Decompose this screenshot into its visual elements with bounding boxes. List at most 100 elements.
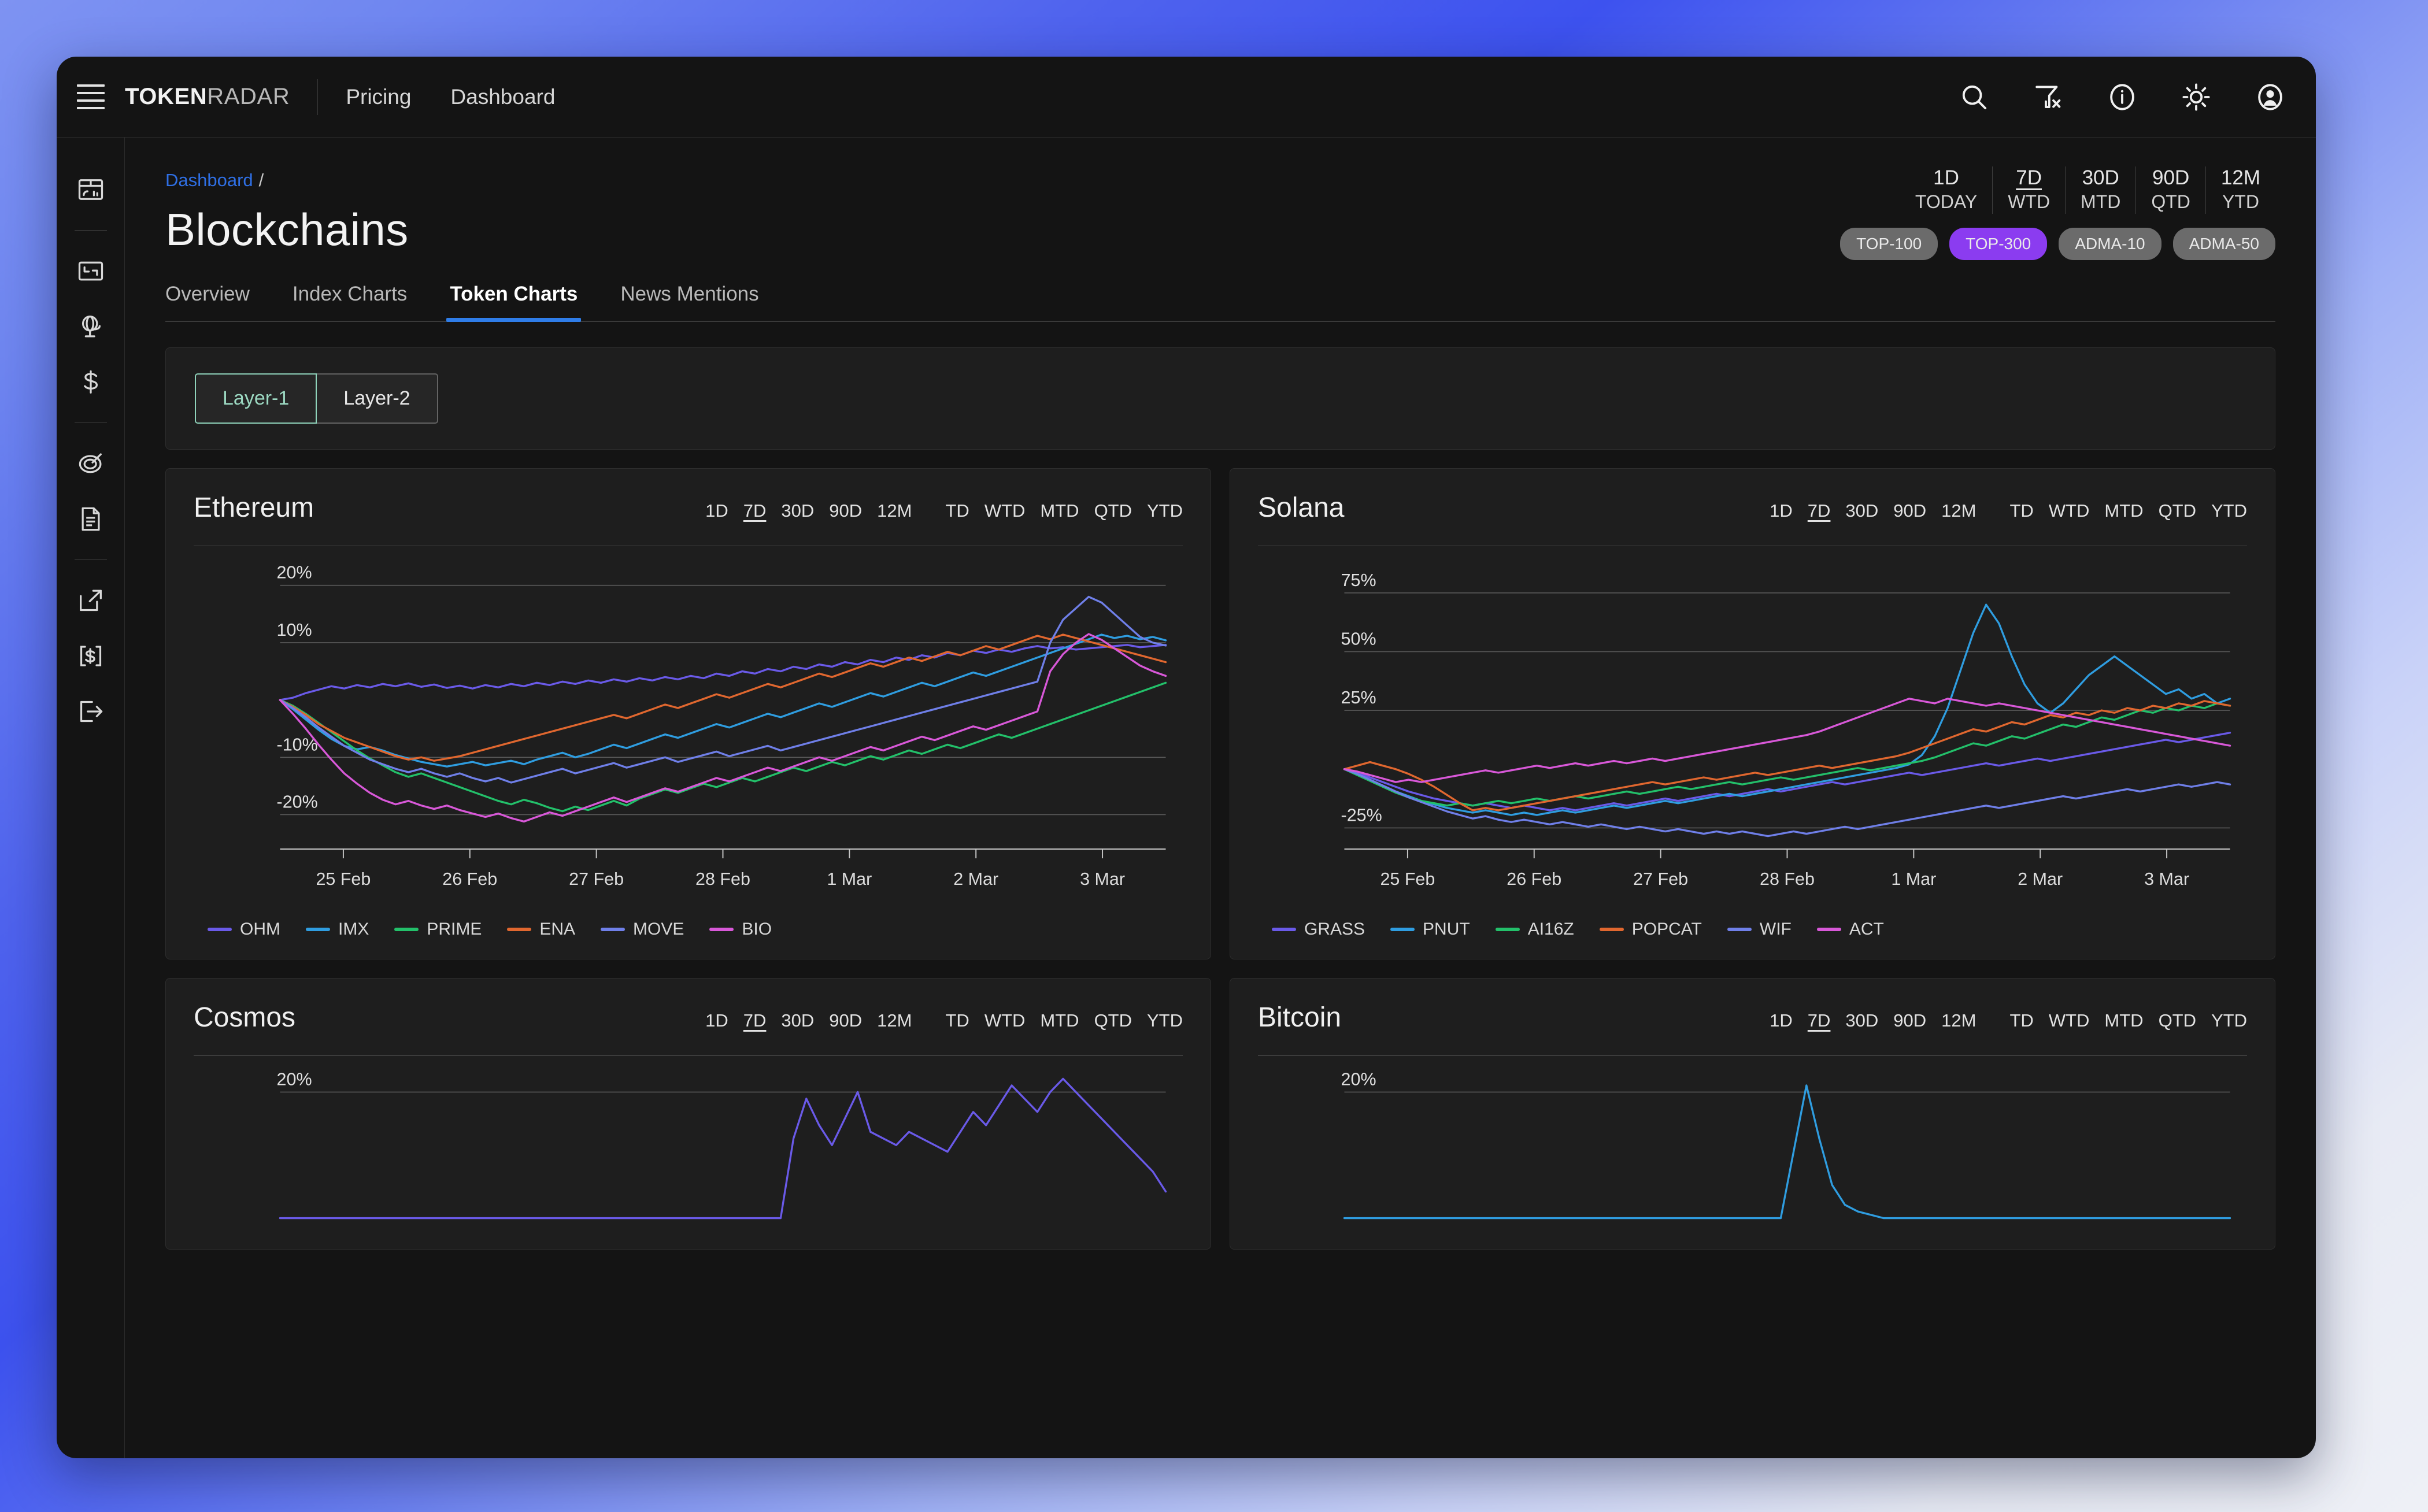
chart-range-30d[interactable]: 30D bbox=[1845, 501, 1878, 521]
chart-plot-solana[interactable]: 75% 50% 25% -25% 25 Feb 26 Feb 27 Feb 28 Feb 1 M… bbox=[1258, 546, 2247, 905]
chart-range-7d[interactable]: 7D bbox=[1808, 501, 1831, 521]
sidebar-item-logout-icon[interactable] bbox=[76, 696, 106, 727]
breadcrumb-link-dashboard[interactable]: Dashboard bbox=[165, 170, 253, 190]
legend-item[interactable]: IMX bbox=[306, 920, 369, 939]
pill-top-100[interactable]: TOP-100 bbox=[1840, 228, 1938, 261]
account-icon[interactable] bbox=[2255, 81, 2286, 113]
chart-range-ytd[interactable]: YTD bbox=[1147, 1010, 1183, 1031]
chart-range-wtd[interactable]: WTD bbox=[984, 501, 1026, 521]
chart-range-12m[interactable]: 12M bbox=[1941, 501, 1976, 521]
chart-range-12m[interactable]: 12M bbox=[877, 501, 912, 521]
legend-item[interactable]: GRASS bbox=[1272, 920, 1365, 939]
svg-text:20%: 20% bbox=[277, 1069, 312, 1089]
sidebar-item-dashboard-icon[interactable] bbox=[76, 175, 106, 205]
chart-range-30d[interactable]: 30D bbox=[781, 1010, 814, 1031]
layer-1-button[interactable]: Layer-1 bbox=[195, 373, 317, 424]
chart-plot-bitcoin[interactable]: 20% bbox=[1258, 1056, 2247, 1229]
chart-range-30d[interactable]: 30D bbox=[781, 501, 814, 521]
chart-range-1d[interactable]: 1D bbox=[705, 1010, 728, 1031]
chart-range-30d[interactable]: 30D bbox=[1845, 1010, 1878, 1031]
legend-item[interactable]: OHM bbox=[208, 920, 280, 939]
chart-range-td[interactable]: TD bbox=[945, 1010, 969, 1031]
chart-range-ytd[interactable]: YTD bbox=[2211, 1010, 2247, 1031]
tab-token-charts[interactable]: Token Charts bbox=[446, 283, 582, 322]
svg-text:28 Feb: 28 Feb bbox=[1760, 869, 1815, 889]
info-icon[interactable] bbox=[2107, 81, 2138, 113]
legend-item[interactable]: PRIME bbox=[394, 920, 482, 939]
chart-range-7d[interactable]: 7D bbox=[1808, 1010, 1831, 1031]
chart-plot-ethereum[interactable]: 20% 10% -10% -20% 25 Feb 26 Feb 27 Feb 28 Feb 1 … bbox=[194, 546, 1183, 905]
sidebar-item-dollar-brackets-icon[interactable] bbox=[76, 641, 106, 671]
chart-range-qtd[interactable]: QTD bbox=[2159, 501, 2196, 521]
sidebar-item-screen-icon[interactable] bbox=[76, 256, 106, 286]
legend-label: AI16Z bbox=[1527, 920, 1574, 939]
sidebar-item-globe-icon[interactable] bbox=[76, 312, 106, 342]
legend-item[interactable]: WIF bbox=[1727, 920, 1792, 939]
svg-text:2 Mar: 2 Mar bbox=[2018, 869, 2063, 889]
chart-range-qtd[interactable]: QTD bbox=[2159, 1010, 2196, 1031]
chart-range-mtd[interactable]: MTD bbox=[1040, 1010, 1079, 1031]
legend-item[interactable]: MOVE bbox=[601, 920, 684, 939]
chart-range-wtd[interactable]: WTD bbox=[984, 1010, 1026, 1031]
chart-range-td[interactable]: TD bbox=[2009, 501, 2033, 521]
nav-link-pricing[interactable]: Pricing bbox=[346, 85, 411, 109]
chart-range-qtd[interactable]: QTD bbox=[1094, 501, 1132, 521]
theme-sun-icon[interactable] bbox=[2181, 81, 2212, 113]
chart-range-1d[interactable]: 1D bbox=[705, 501, 728, 521]
chart-range-12m[interactable]: 12M bbox=[877, 1010, 912, 1031]
search-icon[interactable] bbox=[1959, 81, 1990, 113]
chart-range-7d[interactable]: 7D bbox=[743, 1010, 767, 1031]
chart-range-mtd[interactable]: MTD bbox=[2104, 501, 2143, 521]
chart-range-td[interactable]: TD bbox=[945, 501, 969, 521]
chart-range-mtd[interactable]: MTD bbox=[2104, 1010, 2143, 1031]
layer-2-button[interactable]: Layer-2 bbox=[317, 373, 438, 424]
range-1d-label: 1D bbox=[1933, 166, 1959, 189]
legend-swatch-icon bbox=[709, 928, 734, 931]
chart-range-ytd[interactable]: YTD bbox=[2211, 501, 2247, 521]
pill-adma-10[interactable]: ADMA-10 bbox=[2059, 228, 2161, 261]
legend-item[interactable]: ENA bbox=[507, 920, 575, 939]
legend-item[interactable]: PNUT bbox=[1390, 920, 1470, 939]
svg-text:10%: 10% bbox=[277, 620, 312, 640]
chart-range-7d[interactable]: 7D bbox=[743, 501, 767, 521]
svg-text:50%: 50% bbox=[1341, 628, 1376, 648]
tab-news-mentions[interactable]: News Mentions bbox=[620, 283, 758, 321]
chart-range-qtd[interactable]: QTD bbox=[1094, 1010, 1132, 1031]
chart-range-90d[interactable]: 90D bbox=[1893, 501, 1926, 521]
pill-top-300[interactable]: TOP-300 bbox=[1949, 228, 2048, 261]
chart-range-mtd[interactable]: MTD bbox=[1040, 501, 1079, 521]
chart-range-90d[interactable]: 90D bbox=[1893, 1010, 1926, 1031]
chart-range-90d[interactable]: 90D bbox=[829, 501, 862, 521]
sidebar-item-document-icon[interactable] bbox=[76, 504, 106, 534]
chart-range-td[interactable]: TD bbox=[2009, 1010, 2033, 1031]
range-30d-label: 30D bbox=[2082, 166, 2119, 189]
legend-item[interactable]: POPCAT bbox=[1599, 920, 1702, 939]
tab-overview[interactable]: Overview bbox=[165, 283, 250, 321]
brand-logo[interactable]: TOKENRADAR bbox=[125, 84, 290, 110]
chart-range-90d[interactable]: 90D bbox=[829, 1010, 862, 1031]
chart-range-1d[interactable]: 1D bbox=[1770, 501, 1793, 521]
sidebar-item-dollar-icon[interactable] bbox=[76, 367, 106, 397]
pill-adma-50[interactable]: ADMA-50 bbox=[2172, 228, 2275, 261]
legend-item[interactable]: AI16Z bbox=[1495, 920, 1574, 939]
sidebar-item-external-link-icon[interactable] bbox=[76, 585, 106, 616]
chart-range-12m[interactable]: 12M bbox=[1941, 1010, 1976, 1031]
hamburger-menu-icon[interactable] bbox=[57, 84, 125, 109]
chart-range-1d[interactable]: 1D bbox=[1770, 1010, 1793, 1031]
filter-clear-icon[interactable] bbox=[2033, 81, 2064, 113]
brand-light: RADAR bbox=[207, 84, 290, 109]
range-cell-1d[interactable]: 1D TODAY bbox=[1900, 166, 1992, 214]
nav-link-dashboard[interactable]: Dashboard bbox=[450, 85, 555, 109]
range-cell-90d[interactable]: 90D QTD bbox=[2135, 166, 2205, 214]
chart-range-wtd[interactable]: WTD bbox=[2049, 501, 2090, 521]
range-cell-7d[interactable]: 7D WTD bbox=[1992, 166, 2065, 214]
chart-plot-cosmos[interactable]: 20% bbox=[194, 1056, 1183, 1229]
sidebar-item-target-icon[interactable] bbox=[76, 449, 106, 479]
legend-item[interactable]: BIO bbox=[709, 920, 772, 939]
chart-range-ytd[interactable]: YTD bbox=[1147, 501, 1183, 521]
legend-item[interactable]: ACT bbox=[1816, 920, 1884, 939]
range-cell-12m[interactable]: 12M YTD bbox=[2205, 166, 2275, 214]
tab-index-charts[interactable]: Index Charts bbox=[293, 283, 407, 321]
range-cell-30d[interactable]: 30D MTD bbox=[2065, 166, 2135, 214]
chart-range-wtd[interactable]: WTD bbox=[2049, 1010, 2090, 1031]
